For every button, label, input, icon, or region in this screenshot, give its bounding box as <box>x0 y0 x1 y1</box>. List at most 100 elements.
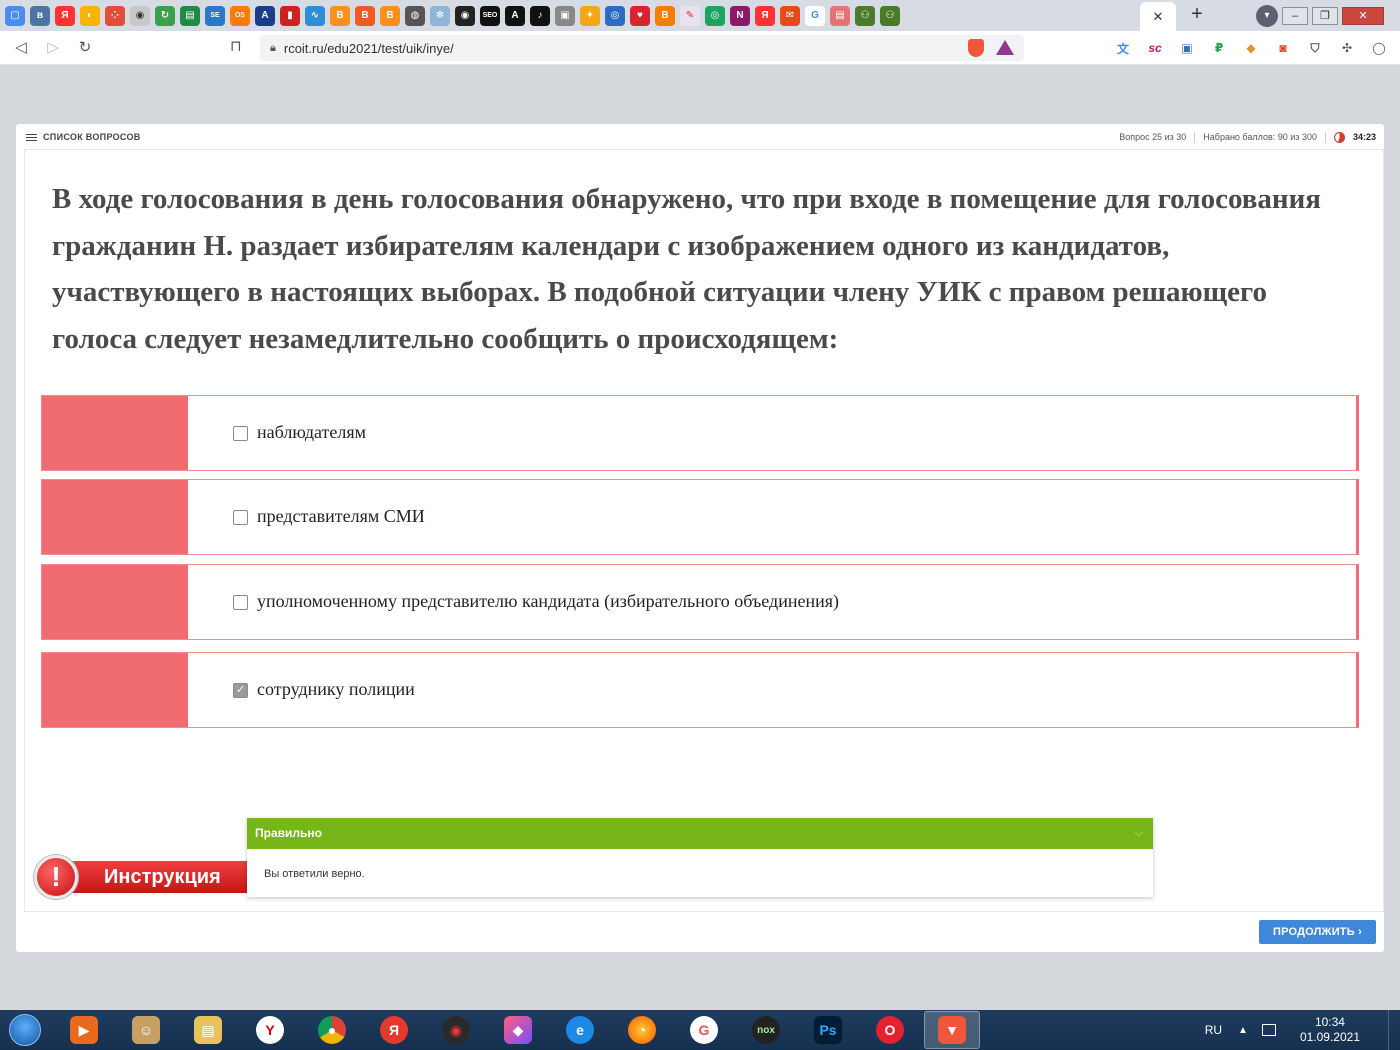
globe-icon[interactable]: ◍ <box>405 5 425 26</box>
opera-gx-icon[interactable]: ◉ <box>428 1011 484 1049</box>
feedback-header[interactable]: Правильно ⌵ <box>247 818 1153 849</box>
eye-icon[interactable]: ◉ <box>455 5 475 26</box>
bookmark-icon[interactable]: ⊓ <box>230 37 242 55</box>
people-icon[interactable]: ⚇ <box>880 5 900 26</box>
google-apps-icon[interactable]: ⁘ <box>105 5 125 26</box>
ruble-icon[interactable]: ₽ <box>1208 37 1230 59</box>
chart-icon[interactable]: ◐ <box>80 5 100 26</box>
link-icon[interactable]: ∿ <box>305 5 325 26</box>
blogger-icon[interactable]: B <box>655 5 675 26</box>
bar-chart-icon[interactable]: ▮ <box>280 5 300 26</box>
profile-icon[interactable]: ◯ <box>1368 37 1390 59</box>
option-label[interactable]: наблюдателям <box>257 422 366 443</box>
serp-icon[interactable]: SE <box>205 5 225 26</box>
gear-icon[interactable]: ✻ <box>430 5 450 26</box>
chat-icon[interactable]: ▢ <box>5 5 25 26</box>
crystal-app-icon[interactable]: ◆ <box>490 1011 546 1049</box>
chevron-down-icon[interactable]: ⌵ <box>1135 818 1143 849</box>
yandex-icon[interactable]: Я <box>755 5 775 26</box>
tiktok-icon[interactable]: ♪ <box>530 5 550 26</box>
active-tab[interactable]: ✕ <box>1140 2 1176 31</box>
url-text[interactable]: rcoit.ru/edu2021/test/uik/inye/ <box>284 41 454 56</box>
circle-icon[interactable]: ◎ <box>705 5 725 26</box>
owl-icon[interactable]: ◎ <box>605 5 625 26</box>
reload-icon[interactable]: ↻ <box>74 37 96 59</box>
yandex-browser-icon[interactable]: Y <box>242 1011 298 1049</box>
excel-icon[interactable]: ▤ <box>180 5 200 26</box>
yandex-icon[interactable]: Я <box>366 1011 422 1049</box>
media-player-icon[interactable]: ▶ <box>56 1011 112 1049</box>
instruction-button[interactable]: ! Инструкция <box>34 855 267 899</box>
tab-search-icon[interactable]: ▾ <box>1256 4 1278 27</box>
aw-icon[interactable]: A <box>255 5 275 26</box>
sync-icon[interactable]: ↻ <box>155 5 175 26</box>
pen-icon[interactable]: ✎ <box>680 5 700 26</box>
browser-tab-strip: ▢ в Я ◐ ⁘ ◉ ↻ ▤ SE OS A ▮ ∿ B B B ◍ ✻ ◉ … <box>0 0 1400 31</box>
rss-icon[interactable]: ◙ <box>1272 37 1294 59</box>
answer-option[interactable]: наблюдателям <box>41 395 1359 471</box>
blogger-icon[interactable]: B <box>330 5 350 26</box>
show-desktop-button[interactable] <box>1388 1010 1400 1050</box>
option-checkbox-checked[interactable]: ✓ <box>233 683 248 698</box>
cube-icon[interactable]: ◆ <box>1240 37 1262 59</box>
yandex-icon[interactable]: Я <box>55 5 75 26</box>
restore-button[interactable]: ❐ <box>1312 6 1338 25</box>
close-window-button[interactable]: ✕ <box>1342 6 1384 25</box>
network-icon[interactable] <box>1261 1024 1276 1036</box>
internet-explorer-icon[interactable]: e <box>552 1011 608 1049</box>
opera-icon[interactable]: O <box>862 1011 918 1049</box>
nox-player-icon[interactable]: nox <box>738 1011 794 1049</box>
blogger-icon[interactable]: B <box>355 5 375 26</box>
mail-icon[interactable]: ✉ <box>780 5 800 26</box>
user-account-icon[interactable]: ☺ <box>118 1011 174 1049</box>
brave-shields-icon[interactable] <box>968 39 984 57</box>
chrome-icon[interactable]: ● <box>304 1011 360 1049</box>
option-label[interactable]: представителям СМИ <box>257 506 425 527</box>
continue-button[interactable]: ПРОДОЛЖИТЬ › <box>1259 920 1376 944</box>
language-indicator[interactable]: RU <box>1205 1023 1222 1037</box>
brave-rewards-icon[interactable] <box>996 40 1014 55</box>
option-checkbox[interactable] <box>233 426 248 441</box>
shield-icon[interactable]: ⛉ <box>1304 37 1326 59</box>
option-checkbox[interactable] <box>233 595 248 610</box>
eye-icon[interactable]: ◉ <box>130 5 150 26</box>
clock[interactable]: 10:34 01.09.2021 <box>1300 1015 1360 1045</box>
answer-option[interactable]: уполномоченному представителю кандидата … <box>41 564 1359 640</box>
option-checkbox[interactable] <box>233 510 248 525</box>
box-icon[interactable]: ▣ <box>555 5 575 26</box>
minimize-button[interactable]: – <box>1282 6 1308 25</box>
answer-option[interactable]: представителям СМИ <box>41 479 1359 555</box>
vk-icon[interactable]: в <box>30 5 50 26</box>
puzzle-icon[interactable]: ✣ <box>1336 37 1358 59</box>
tab-close-icon[interactable]: ✕ <box>1153 9 1164 25</box>
onlysure-icon[interactable]: OS <box>230 5 250 26</box>
seo-icon[interactable]: SEO <box>480 5 500 26</box>
star-icon[interactable]: ✦ <box>580 5 600 26</box>
brave-icon[interactable]: ▼ <box>924 1011 980 1049</box>
blogger-icon[interactable]: B <box>380 5 400 26</box>
forward-icon[interactable]: ▷ <box>42 37 64 59</box>
start-button[interactable] <box>0 1010 50 1050</box>
people-icon[interactable]: ⚇ <box>855 5 875 26</box>
translate-icon[interactable]: 文 <box>1112 37 1134 59</box>
letter-a-icon[interactable]: A <box>505 5 525 26</box>
n-icon[interactable]: N <box>730 5 750 26</box>
photoshop-icon[interactable]: Ps <box>800 1011 856 1049</box>
new-tab-button[interactable]: + <box>1186 4 1208 26</box>
address-bar[interactable]: 🔒︎ rcoit.ru/edu2021/test/uik/inye/ <box>260 35 1024 61</box>
score-text: Набрано баллов: 90 из 300 <box>1203 132 1317 142</box>
option-label[interactable]: сотруднику полиции <box>257 679 415 700</box>
question-list-button[interactable]: СПИСОК ВОПРОСОВ <box>26 132 141 142</box>
answer-option-selected[interactable]: ✓ сотруднику полиции <box>41 652 1359 728</box>
sc-icon[interactable]: sc <box>1144 37 1166 59</box>
heart-icon[interactable]: ♥ <box>630 5 650 26</box>
option-label[interactable]: уполномоченному представителю кандидата … <box>257 591 839 612</box>
avast-browser-icon[interactable]: G <box>676 1011 732 1049</box>
file-explorer-icon[interactable]: ▤ <box>180 1011 236 1049</box>
google-icon[interactable]: G <box>805 5 825 26</box>
firefox-icon[interactable]: ◔ <box>614 1011 670 1049</box>
tray-expand-icon[interactable]: ▲ <box>1238 1025 1248 1036</box>
back-icon[interactable]: ◁ <box>10 37 32 59</box>
lock-icon[interactable]: ▣ <box>1176 37 1198 59</box>
doc-icon[interactable]: ▤ <box>830 5 850 26</box>
